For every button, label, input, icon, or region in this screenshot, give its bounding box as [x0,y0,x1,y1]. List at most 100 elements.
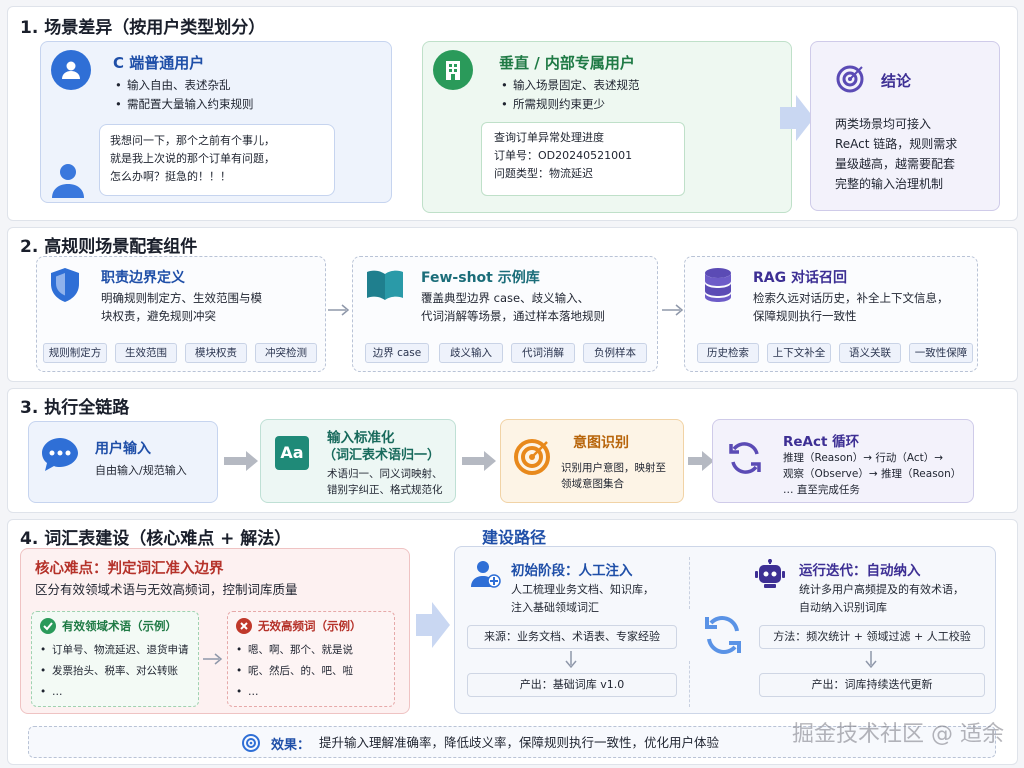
difficulty-subtitle: 区分有效领域术语与无效高频词，控制词库质量 [35,582,298,597]
watermark: 掘金技术社区 @ 适余 [792,722,1004,747]
shield-icon [49,267,81,306]
tag: 规则制定方 [43,343,107,363]
section-scenario-diff: 1. 场景差异（按用户类型划分） C 端普通用户 输入自由、表述杂乱 需配置大量… [7,6,1018,221]
bullet: 所需规则约束更少 [501,95,640,114]
tag: 模块权责 [185,343,247,363]
stage2-text: 统计多用户高频提及的有效术语， [799,583,964,596]
arrow-right-icon [203,653,223,668]
path-card: 初始阶段：人工注入 人工梳理业务文档、知识库， 注入基础领域词汇 来源：业务文档… [454,546,996,714]
stage2-title: 运行迭代：自动纳入 [799,563,921,579]
step-title: ReAct 循环 [783,434,860,450]
step-text: 识别用户意图，映射至 [561,462,666,474]
arrow-right-icon [328,304,350,319]
conclusion-title: 结论 [881,72,912,90]
target-icon [241,733,261,756]
section-title: 3. 执行全链路 [20,398,130,418]
valid-item: 订单号、物流延迟、退货申请 [40,640,189,661]
step-text: 错别字纠正、格式规范化 [327,484,443,496]
invalid-item: … [236,682,353,703]
bubble-line: 我想问一下，那个之前有个事儿， [110,134,275,147]
bubble-line: 怎么办啊？挺急的！！！ [110,170,231,183]
arrow-down-icon [565,651,577,672]
tag: 上下文补全 [767,343,831,363]
conclusion-line: ReAct 链路，规则需求 [835,137,958,151]
query-line: 问题类型：物流延迟 [494,167,593,180]
tag: 一致性保障 [909,343,973,363]
user-icon [51,50,91,90]
target-icon [513,438,551,479]
arrow-right-icon [224,451,258,474]
arrow-right-icon [688,451,714,474]
step-text: 术语归一、同义词映射、 [327,468,443,480]
section-title: 4. 词汇表建设（核心难点 + 解法） [20,529,292,549]
step-text: 推理（Reason）→ 行动（Act）→ [783,452,944,464]
cross-icon [236,618,252,634]
component-card-fewshot: Few-shot 示例库 覆盖典型边界 case、歧义输入、 代词消解等场景，通… [352,256,658,372]
card-text: 代词消解等场景，通过样本落地规则 [421,309,605,323]
bullet: 输入自由、表述杂乱 [115,76,254,95]
invalid-item: 嗯、啊、那个、就是说 [236,640,353,661]
effect-text: 提升输入理解准确率，降低歧义率，保障规则执行一致性，优化用户体验 [319,735,720,750]
tag: 边界 case [365,343,429,363]
card-text: 块权责，避免规则冲突 [101,309,216,323]
step-normalize: Aa 输入标准化 （词汇表术语归一） 术语归一、同义词映射、 错别字纠正、格式规… [260,419,456,503]
step-text: 领域意图集合 [561,478,624,490]
book-icon [365,269,405,304]
conclusion-line: 两类场景均可接入 [835,117,932,131]
internal-bullets: 输入场景固定、表述规范 所需规则约束更少 [501,76,640,114]
c-user-card: C 端普通用户 输入自由、表述杂乱 需配置大量输入约束规则 我想问一下，那个之前… [40,41,392,203]
arrow-right-icon [662,304,684,319]
step-text: 自由输入/规范输入 [95,464,187,477]
component-card-rag: RAG 对话召回 检索久远对话历史，补全上下文信息， 保障规则执行一致性 历史检… [684,256,978,372]
stage2-output: 产出：词库持续迭代更新 [759,673,985,697]
conclusion-line: 量级越高，越需要配套 [835,157,956,171]
step-user-input: 用户输入 自由输入/规范输入 [28,421,218,503]
step-title: 意图识别 [573,435,629,451]
stage2-method: 方法：频次统计 + 领域过滤 + 人工校验 [759,625,985,649]
target-icon [835,64,865,97]
building-icon [433,50,473,90]
invalid-item: 呢、然后、的、吧、啦 [236,661,353,682]
tag: 歧义输入 [439,343,503,363]
bullet: 输入场景固定、表述规范 [501,76,640,95]
step-text: … 直至完成任务 [783,484,860,496]
valid-terms-box: 有效领域术语（示例） 订单号、物流延迟、退货申请 发票抬头、税率、对公转账 … [31,611,199,707]
tag: 负例样本 [583,343,647,363]
stage1-title: 初始阶段：人工注入 [511,563,633,579]
stage1-output: 产出：基础词库 v1.0 [467,673,677,697]
arrow-right-icon [416,602,450,651]
difficulty-title: 核心难点：判定词汇准入边界 [35,561,224,577]
invalid-terms-box: 无效高频词（示例） 嗯、啊、那个、就是说 呢、然后、的、吧、啦 … [227,611,395,707]
cycle-icon [727,440,763,479]
step-title: 输入标准化 [327,430,395,446]
stage2-text: 自动纳入识别词库 [799,601,887,614]
arrow-right-icon [462,451,496,474]
chat-icon [41,436,79,475]
query-line: 订单号：OD20240521001 [494,149,633,162]
arrow-down-icon [865,651,877,672]
c-user-title: C 端普通用户 [113,54,205,72]
component-card-boundary: 职责边界定义 明确规则制定方、生效范围与模 块权责，避免规则冲突 规则制定方 生… [36,256,326,372]
section-title: 2. 高规则场景配套组件 [20,237,198,257]
tag: 代词消解 [511,343,575,363]
difficulty-card: 核心难点：判定词汇准入边界 区分有效领域术语与无效高频词，控制词库质量 有效领域… [20,548,410,714]
tag: 历史检索 [697,343,759,363]
step-text: 观察（Observe）→ 推理（Reason） [783,468,962,480]
valid-item: 发票抬头、税率、对公转账 [40,661,189,682]
card-title: RAG 对话召回 [753,270,847,286]
card-text: 检索久远对话历史，补全上下文信息， [753,291,949,305]
card-text: 覆盖典型边界 case、歧义输入、 [421,291,590,305]
bullet: 需配置大量输入约束规则 [115,95,254,114]
conclusion-text: 两类场景均可接入 ReAct 链路，规则需求 量级越高，越需要配套 完整的输入治… [835,114,995,194]
effect-label: 效果： [271,738,311,753]
card-title: 职责边界定义 [101,270,185,286]
query-line: 查询订单异常处理进度 [494,131,604,144]
card-text: 明确规则制定方、生效范围与模 [101,291,262,305]
card-text: 保障规则执行一致性 [753,309,857,323]
tag: 生效范围 [115,343,177,363]
chat-bubble: 我想问一下，那个之前有个事儿， 就是我上次说的那个订单有问题， 怎么办啊？挺急的… [99,124,335,196]
person-icon [51,162,85,198]
internal-user-title: 垂直 / 内部专属用户 [499,54,635,72]
text-aa-icon: Aa [275,436,309,470]
valid-title: 有效领域术语（示例） [62,619,177,633]
